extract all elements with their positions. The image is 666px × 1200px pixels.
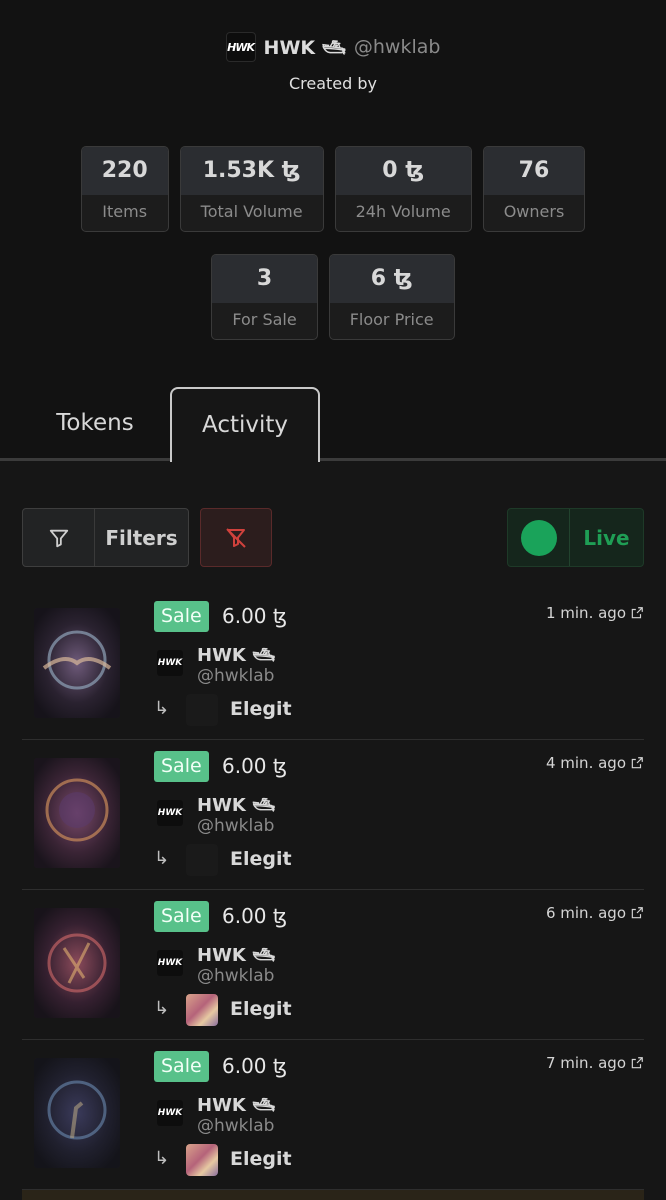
seller-avatar[interactable]: HWK: [157, 1100, 183, 1126]
active-tab-gap: [172, 458, 318, 461]
stat-label: For Sale: [232, 310, 297, 329]
seller-name[interactable]: HWK 🛥: [197, 1095, 275, 1116]
transfer-arrow-icon: ↳: [154, 698, 170, 719]
buyer-avatar[interactable]: [186, 1144, 218, 1176]
buyer-name[interactable]: Elegit: [230, 698, 292, 720]
sale-badge: Sale: [154, 751, 209, 782]
buyer-name[interactable]: Elegit: [230, 848, 292, 870]
stat-label: Total Volume: [200, 202, 303, 221]
tab-bar: Tokens Activity: [0, 387, 666, 462]
stat-for-sale: 3 For Sale: [211, 254, 318, 340]
stat-value: 1.53K ꜩ: [180, 147, 323, 195]
stat-label: Owners: [503, 202, 565, 221]
transfer-arrow-icon: ↳: [154, 998, 170, 1019]
stat-total-volume: 1.53K ꜩ Total Volume: [179, 146, 324, 232]
seller-handle[interactable]: @hwklab: [197, 666, 274, 686]
created-by-label: Created by: [288, 74, 378, 93]
token-thumbnail[interactable]: [34, 908, 120, 1018]
sale-price: 6.00 ꜩ: [222, 604, 288, 628]
seller-handle[interactable]: @hwklab: [197, 966, 274, 986]
stat-value: 220: [81, 147, 168, 195]
activity-time: 7 min. ago: [545, 1054, 626, 1072]
stat-value: 76: [483, 147, 585, 195]
stat-value: 0 ꜩ: [335, 147, 471, 195]
sale-price: 6.00 ꜩ: [222, 1054, 288, 1078]
stat-label: 24h Volume: [355, 202, 451, 221]
activity-time: 1 min. ago: [545, 604, 626, 622]
activity-row[interactable]: Sale 6.00 ꜩ 7 min. ago HWK HWK 🛥 @hwklab…: [22, 1040, 644, 1190]
activity-row[interactable]: Sale 6.00 ꜩ 4 min. ago HWK HWK 🛥 @hwklab…: [22, 740, 644, 890]
activity-time: 6 min. ago: [545, 904, 626, 922]
activity-row[interactable]: Sale 6.00 ꜩ 1 min. ago HWK HWK 🛥 @hwklab…: [22, 590, 644, 740]
buyer-name[interactable]: Elegit: [230, 998, 292, 1020]
activity-list: Sale 6.00 ꜩ 1 min. ago HWK HWK 🛥 @hwklab…: [0, 590, 666, 1190]
seller-avatar[interactable]: HWK: [157, 650, 183, 676]
activity-row[interactable]: Sale 6.00 ꜩ 6 min. ago HWK HWK 🛥 @hwklab…: [22, 890, 644, 1040]
seller-avatar[interactable]: HWK: [157, 950, 183, 976]
filters-label: Filters: [105, 525, 178, 550]
token-thumbnail[interactable]: [34, 608, 120, 718]
external-link-icon: [631, 607, 643, 619]
seller-name[interactable]: HWK 🛥: [197, 795, 275, 816]
stat-floor-price: 6 ꜩ Floor Price: [328, 254, 455, 340]
live-label: Live: [583, 525, 630, 550]
live-indicator-icon: [508, 509, 570, 566]
creator-avatar[interactable]: HWK: [225, 32, 256, 62]
creator-handle[interactable]: @hwklab: [354, 36, 441, 58]
activity-toolbar: Filters Live: [0, 508, 666, 568]
stat-value: 3: [212, 255, 317, 303]
stat-label: Floor Price: [349, 310, 434, 329]
transfer-arrow-icon: ↳: [154, 1148, 170, 1169]
seller-name[interactable]: HWK 🛥: [197, 945, 275, 966]
sale-badge: Sale: [154, 901, 209, 932]
stat-24h-volume: 0 ꜩ 24h Volume: [334, 146, 472, 232]
seller-avatar[interactable]: HWK: [157, 800, 183, 826]
sale-badge: Sale: [154, 1051, 209, 1082]
sale-price: 6.00 ꜩ: [222, 754, 288, 778]
external-link-icon: [631, 1057, 643, 1069]
filters-button[interactable]: Filters: [22, 508, 189, 567]
buyer-avatar[interactable]: [186, 694, 218, 726]
sale-price: 6.00 ꜩ: [222, 904, 288, 928]
buyer-avatar[interactable]: [186, 844, 218, 876]
token-thumbnail[interactable]: [34, 758, 120, 868]
stat-items: 220 Items: [80, 146, 169, 232]
creator-row[interactable]: HWK HWK 🛥 @hwklab: [0, 32, 666, 62]
external-link-icon: [631, 757, 643, 769]
filter-off-icon: [226, 527, 246, 548]
live-toggle-button[interactable]: Live: [507, 508, 644, 567]
stat-value: 6 ꜩ: [329, 255, 454, 303]
creator-name[interactable]: HWK 🛥: [264, 36, 346, 59]
seller-handle[interactable]: @hwklab: [197, 816, 274, 836]
buyer-avatar[interactable]: [186, 994, 218, 1026]
stat-owners: 76 Owners: [482, 146, 586, 232]
token-thumbnail[interactable]: [34, 1058, 120, 1168]
stat-label: Items: [102, 202, 148, 221]
bottom-edge: [22, 1190, 644, 1200]
stats-row-2: 3 For Sale 6 ꜩ Floor Price: [0, 254, 666, 340]
tab-tokens[interactable]: Tokens: [30, 387, 160, 460]
external-link-icon: [631, 907, 643, 919]
activity-time-link[interactable]: 6 min. ago: [546, 904, 644, 922]
activity-time-link[interactable]: 1 min. ago: [546, 604, 644, 622]
clear-filters-button[interactable]: [200, 508, 272, 567]
sale-badge: Sale: [154, 601, 209, 632]
tab-activity[interactable]: Activity: [170, 387, 320, 462]
stats-row-1: 220 Items 1.53K ꜩ Total Volume 0 ꜩ 24h V…: [0, 146, 666, 232]
seller-handle[interactable]: @hwklab: [197, 1116, 274, 1136]
activity-time-link[interactable]: 7 min. ago: [546, 1054, 644, 1072]
activity-time: 4 min. ago: [545, 754, 626, 772]
seller-name[interactable]: HWK 🛥: [197, 645, 275, 666]
activity-time-link[interactable]: 4 min. ago: [546, 754, 644, 772]
buyer-name[interactable]: Elegit: [230, 1148, 292, 1170]
filter-icon: [23, 509, 95, 566]
transfer-arrow-icon: ↳: [154, 848, 170, 869]
